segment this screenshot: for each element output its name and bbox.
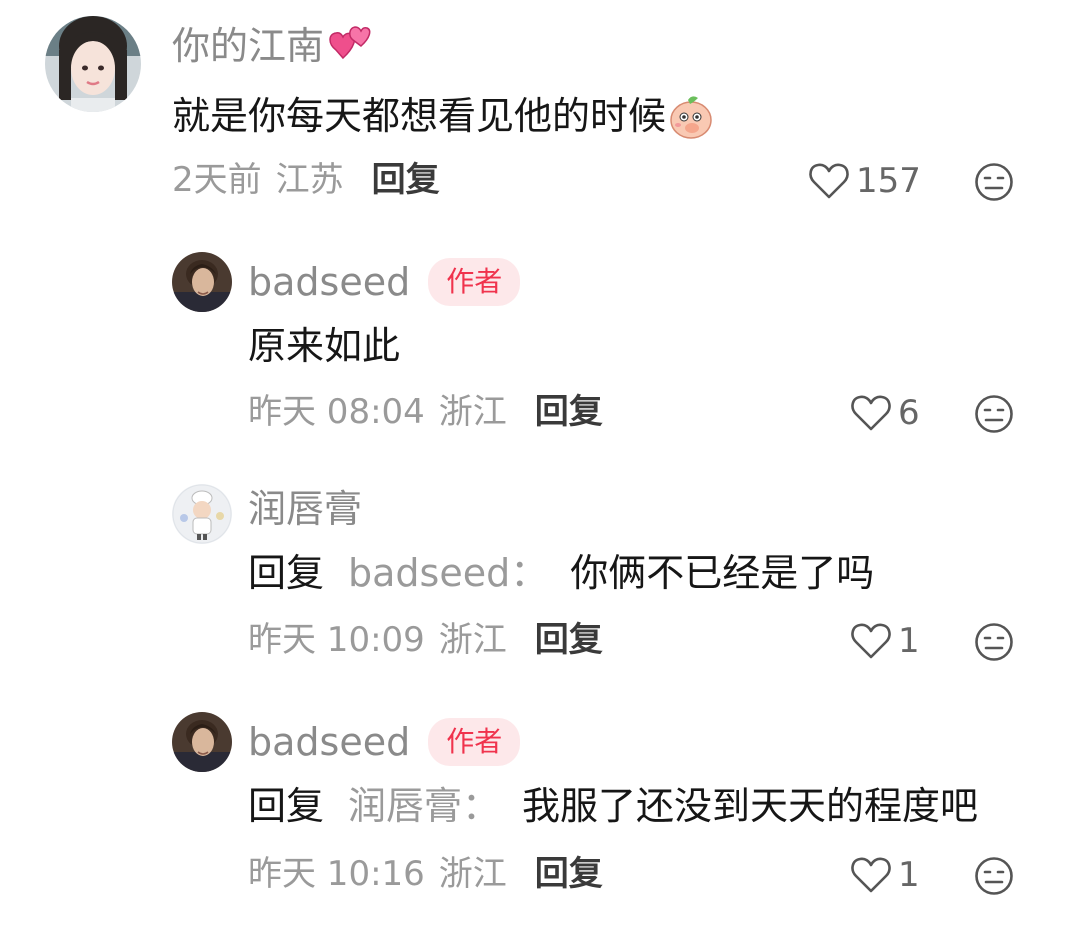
reply-region: 浙江 [438, 392, 507, 432]
avatar[interactable] [45, 16, 141, 112]
dislike-button[interactable] [974, 394, 1014, 434]
reply-username[interactable]: badseed 作者 [248, 258, 521, 306]
heart-outline-icon [851, 395, 891, 431]
reply-item: badseed 作者 回复 润唇膏 ： 我服了还没到天天的程度吧 昨天 10:1… [0, 700, 1080, 932]
reply-text: 回复 润唇膏 ： 我服了还没到天天的程度吧 [248, 787, 978, 825]
author-badge: 作者 [428, 258, 521, 306]
reply-button[interactable]: 回复 [535, 857, 603, 891]
avatar[interactable] [172, 252, 232, 312]
like-button[interactable]: 1 [850, 622, 920, 660]
dislike-button[interactable] [974, 856, 1014, 896]
comment-meta: 2天前 江苏 回复 [172, 163, 440, 197]
reply-text-content: 我服了还没到天天的程度吧 [522, 784, 979, 828]
reply-time: 昨天 10:16 [248, 854, 425, 894]
like-count: 157 [856, 161, 921, 201]
meh-face-icon [975, 163, 1013, 201]
reply-button[interactable]: 回复 [535, 395, 603, 429]
reply-time: 昨天 10:09 [248, 620, 425, 660]
author-badge: 作者 [428, 718, 521, 766]
comment-time: 2天前 [172, 160, 262, 200]
meh-face-icon [975, 623, 1013, 661]
like-button[interactable]: 157 [808, 162, 921, 200]
reply-meta: 昨天 08:04 浙江 回复 [248, 395, 603, 429]
peach-shy-sticker-icon [666, 92, 716, 140]
reply-text-content: 你俩不已经是了吗 [570, 551, 875, 595]
comment-text-content: 就是你每天都想看见他的时候 [172, 94, 667, 138]
comment-username[interactable]: 你的江南 [172, 24, 374, 68]
reply-colon: ： [510, 551, 549, 595]
two-hearts-icon [326, 24, 374, 68]
username-text: 润唇膏 [248, 487, 363, 531]
reply-prefix: 回复 [248, 551, 325, 595]
comment-region: 江苏 [275, 160, 344, 200]
reply-text: 回复 badseed ： 你俩不已经是了吗 [248, 554, 874, 592]
dislike-button[interactable] [974, 622, 1014, 662]
username-text: badseed [248, 720, 411, 764]
reply-prefix: 回复 [248, 784, 325, 828]
comment-text: 就是你每天都想看见他的时候 [172, 92, 716, 140]
meh-face-icon [975, 395, 1013, 433]
reply-region: 浙江 [438, 854, 507, 894]
reply-button[interactable]: 回复 [535, 623, 603, 657]
reply-text: 原来如此 [248, 327, 400, 365]
reply-time: 昨天 08:04 [248, 392, 425, 432]
reply-username[interactable]: badseed 作者 [248, 718, 521, 766]
reply-text-content: 原来如此 [248, 324, 401, 368]
comment-item: 你的江南 就是你每天都想看见他的时候 2天前 江苏 回复 157 [0, 0, 1080, 230]
username-text: badseed [248, 260, 411, 304]
reply-item: 润唇膏 回复 badseed ： 你俩不已经是了吗 昨天 10:09 浙江 回复… [0, 470, 1080, 695]
like-count: 1 [898, 621, 920, 661]
heart-outline-icon [851, 623, 891, 659]
reply-colon: ： [462, 784, 501, 828]
avatar[interactable] [172, 484, 232, 544]
reply-button[interactable]: 回复 [372, 163, 440, 197]
reply-region: 浙江 [438, 620, 507, 660]
reply-username[interactable]: 润唇膏 [248, 490, 362, 528]
like-button[interactable]: 6 [850, 394, 920, 432]
dislike-button[interactable] [974, 162, 1014, 202]
like-count: 6 [898, 393, 920, 433]
meh-face-icon [975, 857, 1013, 895]
like-count: 1 [898, 855, 920, 895]
reply-item: badseed 作者 原来如此 昨天 08:04 浙江 回复 6 [0, 240, 1080, 455]
heart-outline-icon [809, 163, 849, 199]
reply-meta: 昨天 10:16 浙江 回复 [248, 857, 603, 891]
reply-target-user[interactable]: badseed [348, 554, 510, 592]
heart-outline-icon [851, 857, 891, 893]
reply-target-user[interactable]: 润唇膏 [348, 787, 462, 825]
avatar[interactable] [172, 712, 232, 772]
reply-meta: 昨天 10:09 浙江 回复 [248, 623, 603, 657]
like-button[interactable]: 1 [850, 856, 920, 894]
username-text: 你的江南 [172, 24, 325, 68]
